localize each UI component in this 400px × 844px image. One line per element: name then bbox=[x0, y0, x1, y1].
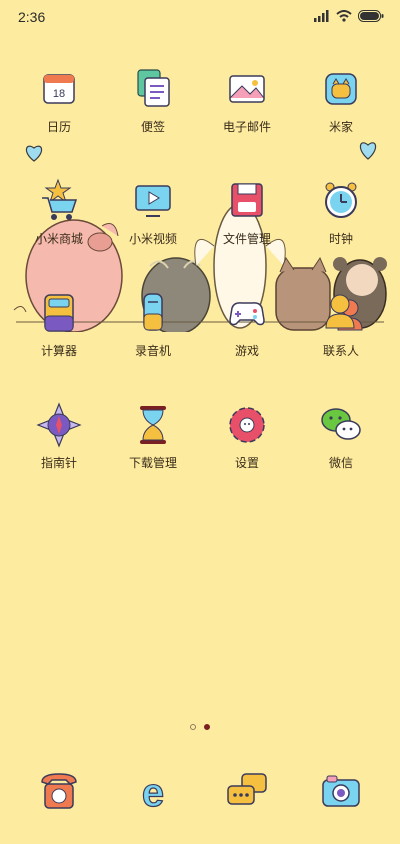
heart-decoration-icon bbox=[359, 142, 377, 160]
status-icons bbox=[314, 10, 384, 22]
app-label: 游戏 bbox=[234, 344, 259, 358]
app-games[interactable]: 游戏 bbox=[202, 290, 292, 359]
dock-messages[interactable] bbox=[202, 768, 292, 814]
phone-icon bbox=[36, 768, 82, 814]
mijia-icon bbox=[318, 66, 364, 112]
app-label: 录音机 bbox=[134, 344, 171, 358]
app-label: 文件管理 bbox=[222, 232, 271, 246]
email-icon bbox=[224, 66, 270, 112]
app-downloads[interactable]: 下载管理 bbox=[108, 402, 198, 471]
app-label: 米家 bbox=[328, 120, 353, 134]
calendar-icon: 18 bbox=[36, 66, 82, 112]
signal-icon bbox=[314, 10, 329, 22]
app-contacts[interactable]: 联系人 bbox=[296, 290, 386, 359]
app-label: 微信 bbox=[328, 456, 353, 470]
dock-browser[interactable]: e bbox=[108, 768, 198, 815]
contacts-icon bbox=[318, 290, 364, 336]
clock-icon bbox=[318, 178, 364, 224]
dock-phone[interactable] bbox=[14, 768, 104, 814]
battery-icon bbox=[358, 10, 384, 22]
app-clock[interactable]: 时钟 bbox=[296, 178, 386, 247]
app-label: 小米商城 bbox=[34, 232, 83, 246]
shopping-cart-icon bbox=[36, 178, 82, 224]
status-time: 2:36 bbox=[18, 9, 46, 25]
heart-decoration-icon bbox=[25, 145, 43, 162]
app-wechat[interactable]: 微信 bbox=[296, 402, 386, 471]
app-calendar[interactable]: 18 日历 bbox=[14, 66, 104, 135]
page-dot-active[interactable] bbox=[204, 724, 210, 730]
wechat-icon bbox=[318, 402, 364, 448]
app-label: 小米视频 bbox=[128, 232, 177, 246]
camera-icon bbox=[318, 768, 364, 814]
settings-gear-icon bbox=[224, 402, 270, 448]
svg-text:e: e bbox=[142, 771, 164, 814]
recorder-icon bbox=[130, 290, 176, 336]
app-label: 设置 bbox=[234, 456, 259, 470]
video-icon bbox=[130, 178, 176, 224]
svg-text:18: 18 bbox=[53, 88, 65, 100]
app-compass[interactable]: 指南针 bbox=[14, 402, 104, 471]
app-mi-video[interactable]: 小米视频 bbox=[108, 178, 198, 247]
app-label: 指南针 bbox=[40, 456, 77, 470]
app-calculator[interactable]: 计算器 bbox=[14, 290, 104, 359]
messages-icon bbox=[224, 768, 270, 814]
file-manager-icon bbox=[224, 178, 270, 224]
app-label: 下载管理 bbox=[128, 456, 177, 470]
app-label: 时钟 bbox=[328, 232, 353, 246]
wifi-icon bbox=[336, 10, 352, 22]
app-label: 联系人 bbox=[322, 344, 359, 358]
app-label: 便签 bbox=[140, 120, 165, 134]
app-label: 电子邮件 bbox=[222, 120, 271, 134]
hourglass-icon bbox=[130, 402, 176, 448]
app-settings[interactable]: 设置 bbox=[202, 402, 292, 471]
compass-icon bbox=[36, 402, 82, 448]
app-email[interactable]: 电子邮件 bbox=[202, 66, 292, 135]
page-dot[interactable] bbox=[190, 724, 196, 730]
app-recorder[interactable]: 录音机 bbox=[108, 290, 198, 359]
app-file-manager[interactable]: 文件管理 bbox=[202, 178, 292, 247]
status-bar: 2:36 bbox=[0, 0, 400, 36]
notes-icon bbox=[130, 66, 176, 112]
gamepad-icon bbox=[224, 290, 270, 336]
app-label: 计算器 bbox=[40, 344, 77, 358]
app-mi-store[interactable]: 小米商城 bbox=[14, 178, 104, 247]
calculator-icon bbox=[36, 290, 82, 336]
app-notes[interactable]: 便签 bbox=[108, 66, 198, 135]
dock-camera[interactable] bbox=[296, 768, 386, 814]
page-indicator[interactable] bbox=[0, 724, 400, 730]
app-mijia[interactable]: 米家 bbox=[296, 66, 386, 135]
browser-icon: e bbox=[130, 768, 176, 815]
app-label: 日历 bbox=[46, 120, 71, 134]
